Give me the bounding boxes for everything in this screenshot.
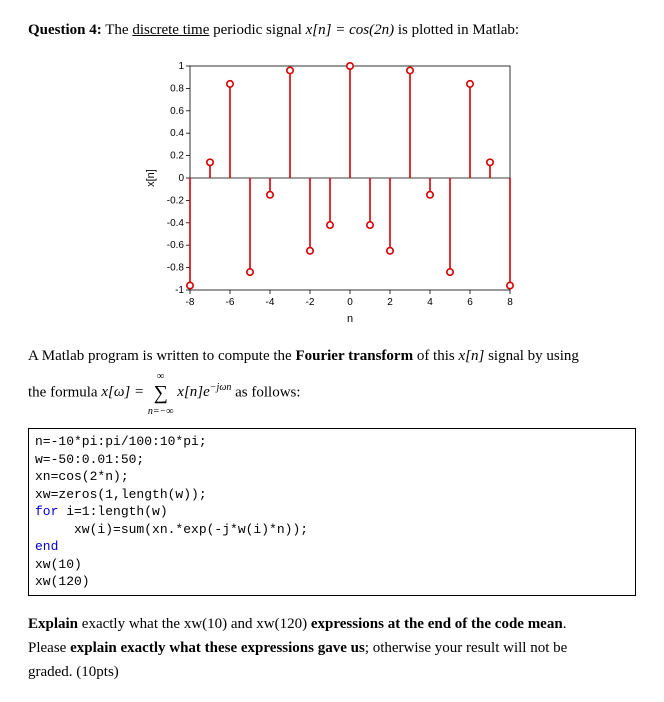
formula-exp: −jωn — [210, 382, 232, 393]
code-l5a: for — [35, 504, 58, 519]
intro-paragraph: A Matlab program is written to compute t… — [28, 344, 636, 418]
svg-text:4: 4 — [427, 297, 433, 308]
explain-paragraph: Explain exactly what the xw(10) and xw(1… — [28, 612, 636, 684]
svg-text:0: 0 — [178, 173, 184, 184]
exp-3: graded. (10pts) — [28, 664, 119, 680]
svg-text:0.8: 0.8 — [170, 83, 184, 94]
code-l2: w=-50:0.01:50; — [35, 452, 144, 467]
intro-1b: of this — [413, 348, 458, 364]
intro-2b: as follows: — [235, 384, 300, 400]
q-text-3: is plotted in Matlab: — [394, 22, 519, 38]
matlab-code-box: n=-10*pi:pi/100:10*pi; w=-50:0.01:50; xn… — [28, 428, 636, 596]
svg-text:-8: -8 — [186, 297, 195, 308]
sigma-icon: ∑ — [154, 382, 168, 404]
svg-text:0.4: 0.4 — [170, 128, 184, 139]
code-l9: xw(120) — [35, 574, 90, 589]
svg-text:0.6: 0.6 — [170, 106, 184, 117]
sum-lower: n=−∞ — [148, 406, 174, 417]
q-signal-eq: x[n] = cos(2n) — [306, 22, 394, 38]
intro-1a: A Matlab program is written to compute t… — [28, 348, 295, 364]
exp-1a: Explain — [28, 616, 78, 632]
svg-text:1: 1 — [178, 61, 184, 72]
code-l4: xw=zeros(1,length(w)); — [35, 487, 207, 502]
exp-1c: expressions at the end of the code mean — [311, 616, 563, 632]
q-text-1: The — [105, 22, 132, 38]
code-l1: n=-10*pi:pi/100:10*pi; — [35, 434, 207, 449]
svg-text:-1: -1 — [175, 285, 184, 296]
svg-text:6: 6 — [467, 297, 473, 308]
svg-text:-0.2: -0.2 — [167, 195, 185, 206]
stem-plot: -1 -0.8 -0.6 -0.4 -0.2 0 0.2 0.4 0.6 0.8 1 -8 -6 -4 -2… — [142, 56, 522, 326]
svg-text:-4: -4 — [266, 297, 275, 308]
intro-sig: x[n] — [458, 348, 484, 364]
svg-text:-0.6: -0.6 — [167, 240, 185, 251]
question-line: Question 4: The discrete time periodic s… — [28, 18, 636, 42]
svg-text:-0.8: -0.8 — [167, 263, 185, 274]
svg-text:x[n]: x[n] — [145, 169, 157, 187]
exp-2a: Please — [28, 640, 70, 656]
chart-container: -1 -0.8 -0.6 -0.4 -0.2 0 0.2 0.4 0.6 0.8 1 -8 -6 -4 -2… — [28, 56, 636, 326]
svg-text:0: 0 — [347, 297, 353, 308]
svg-text:-6: -6 — [226, 297, 235, 308]
code-l8: xw(10) — [35, 557, 82, 572]
svg-text:0.2: 0.2 — [170, 151, 184, 162]
intro-2a: the formula — [28, 384, 101, 400]
exp-1d: . — [563, 616, 567, 632]
exp-1b: exactly what the xw(10) and xw(120) — [78, 616, 311, 632]
sum-upper: ∞ — [157, 371, 164, 382]
intro-bold: Fourier transform — [295, 348, 413, 364]
svg-text:-0.4: -0.4 — [167, 218, 185, 229]
exp-2c: ; otherwise your result will not be — [365, 640, 567, 656]
code-l7: end — [35, 539, 58, 554]
code-l6: xw(i)=sum(xn.*exp(-j*w(i)*n)); — [35, 522, 308, 537]
code-l5b: i=1:length(w) — [58, 504, 167, 519]
question-label: Question 4: — [28, 22, 102, 38]
code-l3: xn=cos(2*n); — [35, 469, 129, 484]
svg-text:n: n — [347, 313, 353, 325]
q-underline: discrete time — [132, 22, 209, 38]
svg-text:-2: -2 — [306, 297, 315, 308]
dtft-formula: x[ω] = ∞ ∑ n=−∞ x[n]e−jωn — [101, 384, 235, 400]
intro-1c: signal by using — [484, 348, 579, 364]
exp-2b: explain exactly what these expressions g… — [70, 640, 365, 656]
svg-text:2: 2 — [387, 297, 393, 308]
svg-text:8: 8 — [507, 297, 513, 308]
q-text-2: periodic signal — [209, 22, 305, 38]
